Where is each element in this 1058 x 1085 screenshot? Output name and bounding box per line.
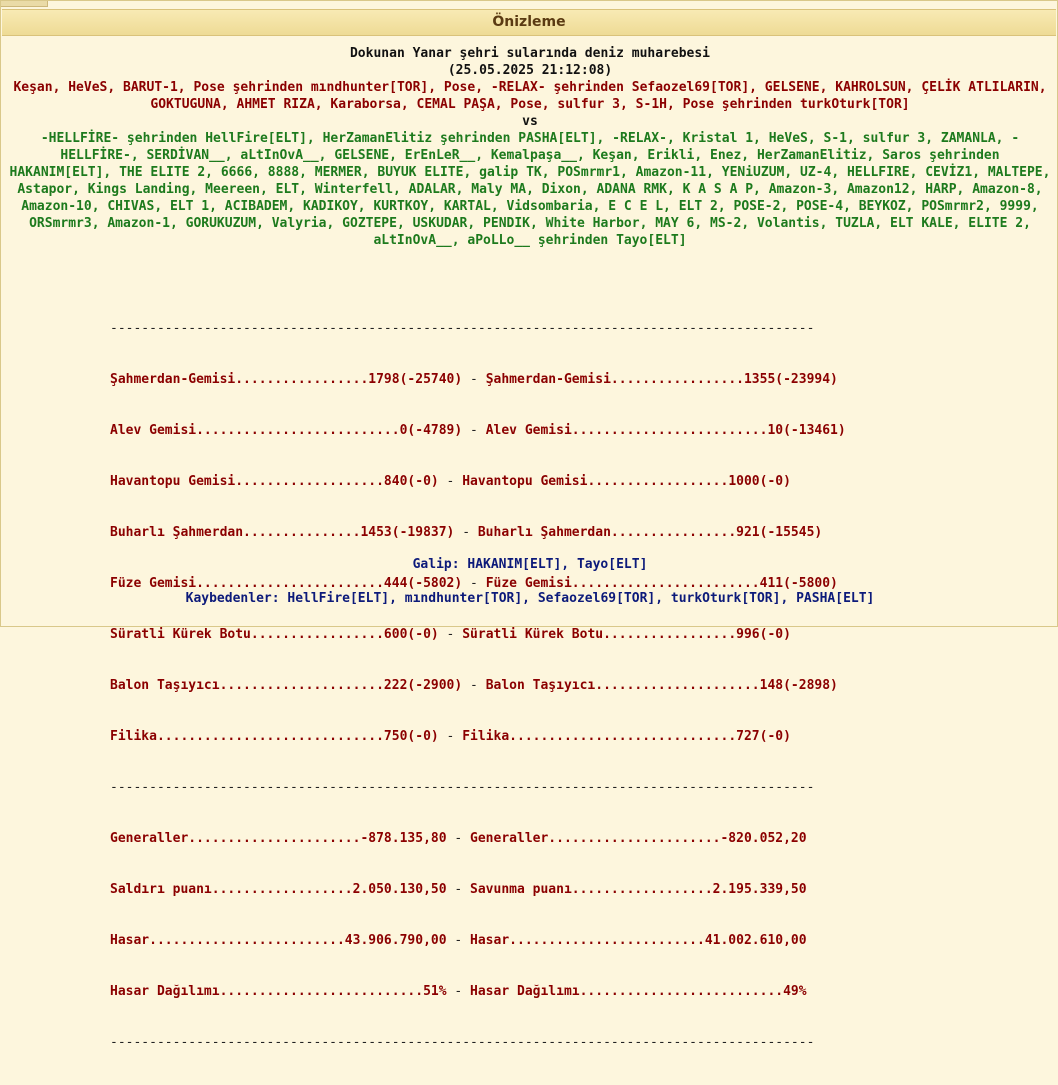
attacker-total: Hasar.........................43.906.790… (110, 933, 447, 948)
battle-date: (25.05.2025 21:12:08) (447, 63, 613, 78)
attacker-unit: Havantopu Gemisi...................840(-… (110, 474, 439, 489)
unit-row: Füze Gemisi........................444(-… (110, 576, 838, 591)
battle-report: Dokunan Yanar şehri sularında deniz muha… (1, 45, 1058, 249)
defender-total: Hasar.........................41.002.610… (470, 933, 807, 948)
attackers-list: Keşan, HeVeS, BARUT-1, Pose şehrinden mı… (13, 80, 1047, 112)
total-row: Hasar Dağılımı..........................… (110, 984, 807, 999)
defender-unit: Alev Gemisi.........................10(-… (485, 423, 846, 438)
attacker-total: Saldırı puanı..................2.050.130… (110, 882, 447, 897)
defender-unit: Süratli Kürek Botu.................996(-… (462, 627, 791, 642)
attacker-unit: Balon Taşıyıcı.....................222(-… (110, 678, 463, 693)
attacker-total: Generaller......................-878.135… (110, 831, 447, 846)
unit-row: Buharlı Şahmerdan...............1453(-19… (110, 525, 823, 540)
total-row: Saldırı puanı..................2.050.130… (110, 882, 807, 897)
attacker-unit: Buharlı Şahmerdan...............1453(-19… (110, 525, 455, 540)
separator-line: ----------------------------------------… (110, 321, 815, 336)
total-row: Generaller......................-878.135… (110, 831, 807, 846)
defender-total: Savunma puanı..................2.195.339… (470, 882, 807, 897)
battle-stats-table: ----------------------------------------… (110, 286, 960, 1085)
defender-total: Generaller......................-820.052… (470, 831, 807, 846)
versus-label: vs (522, 114, 538, 129)
unit-row: Filika.............................750(-… (110, 729, 791, 744)
unit-row: Süratli Kürek Botu.................600(-… (110, 627, 791, 642)
defender-unit: Şahmerdan-Gemisi.................1355(-2… (485, 372, 838, 387)
battle-title: Dokunan Yanar şehri sularında deniz muha… (349, 46, 711, 61)
defenders-list: -HELLFİRE- şehrinden HellFire[ELT], HerZ… (9, 131, 1051, 248)
unit-row: Alev Gemisi..........................0(-… (110, 423, 846, 438)
total-row: Hasar.........................43.906.790… (110, 933, 807, 948)
unit-row: Havantopu Gemisi...................840(-… (110, 474, 791, 489)
preview-window: Önizleme Dokunan Yanar şehri sularında d… (0, 0, 1058, 1050)
attacker-unit: Alev Gemisi..........................0(-… (110, 423, 463, 438)
attacker-unit: Füze Gemisi........................444(-… (110, 576, 463, 591)
tab-stub (1, 1, 48, 7)
defender-unit: Buharlı Şahmerdan................921(-15… (477, 525, 823, 540)
unit-row: Şahmerdan-Gemisi.................1798(-2… (110, 372, 838, 387)
defender-unit: Füze Gemisi........................411(-… (485, 576, 838, 591)
defender-unit: Filika.............................727(-… (462, 729, 791, 744)
unit-row: Balon Taşıyıcı.....................222(-… (110, 678, 838, 693)
losers-line: Kaybedenler: HellFire[ELT], mındhunter[T… (185, 591, 875, 606)
attacker-total: Hasar Dağılımı..........................… (110, 984, 447, 999)
attacker-unit: Süratli Kürek Botu.................600(-… (110, 627, 439, 642)
defender-unit: Havantopu Gemisi..................1000(-… (462, 474, 791, 489)
separator-line: ----------------------------------------… (110, 780, 815, 795)
defender-total: Hasar Dağılımı..........................… (470, 984, 807, 999)
attacker-unit: Şahmerdan-Gemisi.................1798(-2… (110, 372, 463, 387)
defender-unit: Balon Taşıyıcı.....................148(-… (485, 678, 838, 693)
winner-line: Galip: HAKANIM[ELT], Tayo[ELT] (412, 557, 648, 572)
window-title: Önizleme (2, 9, 1056, 36)
separator-line: ----------------------------------------… (110, 1035, 815, 1050)
attacker-unit: Filika.............................750(-… (110, 729, 439, 744)
